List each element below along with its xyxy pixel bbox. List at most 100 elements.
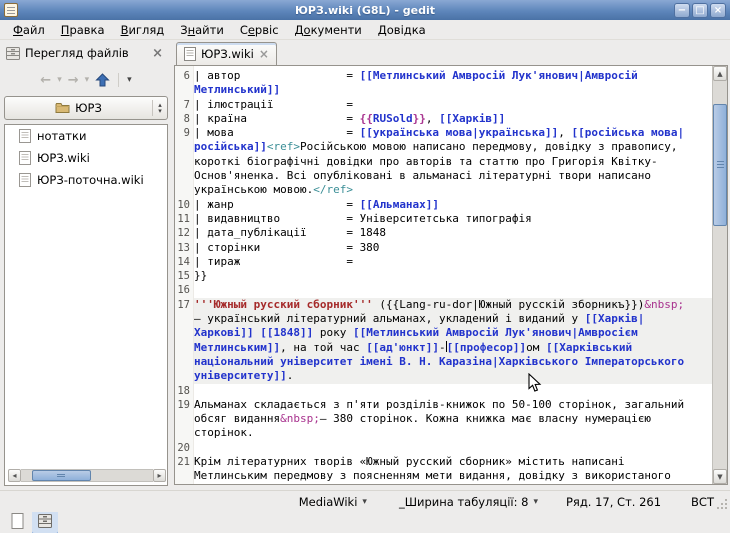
code-line: українською мовою.</ref> — [175, 183, 712, 197]
hscroll-thumb[interactable] — [32, 470, 91, 481]
tab-width-selector[interactable]: _Ширина табуляції: 8 ▾ — [395, 495, 542, 509]
window-title: ЮРЗ.wiki (G8L) - gedit — [0, 4, 730, 17]
toolbar-separator — [118, 73, 119, 87]
line-number: 21 — [175, 455, 194, 469]
line-text — [194, 384, 712, 398]
line-number — [175, 469, 194, 483]
vertical-scrollbar[interactable]: ▲ ▼ — [712, 66, 727, 484]
line-number — [175, 412, 194, 426]
forward-icon[interactable]: → — [68, 73, 79, 88]
code-line: 11| видавництво = Університетська типогр… — [175, 212, 712, 226]
line-text: Метлинський]] — [194, 83, 712, 97]
text-view[interactable]: 6| автор = [[Метлинський Амвросій Лук'ян… — [175, 66, 712, 484]
tab-width-label: _Ширина табуляції: 8 — [399, 495, 529, 509]
file-browser-icon — [6, 47, 20, 60]
close-button[interactable]: × — [710, 3, 726, 18]
menu-view[interactable]: Вигляд — [114, 21, 172, 39]
tab-bar: ЮРЗ.wiki × — [174, 42, 728, 65]
line-number: 9 — [175, 126, 194, 140]
line-number: 11 — [175, 212, 194, 226]
line-text: Харкові]] [[1848]] року [[Метлинський Ам… — [194, 326, 712, 340]
file-browser-panel-tab[interactable] — [32, 509, 58, 533]
line-text: — український літературний альманах, укл… — [194, 312, 712, 326]
line-number: 18 — [175, 384, 194, 398]
maximize-button[interactable]: □ — [692, 3, 708, 18]
line-number — [175, 140, 194, 154]
input-mode: ВСТ — [691, 495, 714, 509]
file-name: ЮРЗ.wiki — [37, 151, 90, 165]
line-text: | жанр = [[Альманах]] — [194, 198, 712, 212]
titlebar[interactable]: ЮРЗ.wiki (G8L) - gedit − □ × — [0, 0, 730, 20]
menu-help[interactable]: Довідка — [371, 21, 433, 39]
code-line: 13| сторінки = 380 — [175, 241, 712, 255]
code-line: Метлинський]] — [175, 83, 712, 97]
code-line: 7| ілюстрації = — [175, 98, 712, 112]
code-line: університету]]. — [175, 369, 712, 383]
line-text: | автор = [[Метлинський Амвросій Лук'яно… — [194, 69, 712, 83]
up-directory-icon[interactable] — [95, 73, 110, 87]
code-line: Метлинським передмову з поясненням мети … — [175, 469, 712, 483]
menu-search[interactable]: Знайти — [173, 21, 231, 39]
forward-history-icon[interactable]: ▾ — [85, 75, 90, 85]
code-line: 6| автор = [[Метлинський Амвросій Лук'ян… — [175, 69, 712, 83]
code-line: 21Крім літературних творів «Южный русски… — [175, 455, 712, 469]
line-text: Метлинським]], на той час [[ад'юнкт]]-[[… — [194, 341, 712, 355]
back-icon[interactable]: ← — [40, 73, 51, 88]
code-line: 18 — [175, 384, 712, 398]
line-text: | мова = [[українська мова|українська]],… — [194, 126, 712, 140]
code-line: Харкові]] [[1848]] року [[Метлинський Ам… — [175, 326, 712, 340]
current-folder-label: ЮРЗ — [75, 101, 102, 115]
code-line: 20 — [175, 441, 712, 455]
line-number — [175, 169, 194, 183]
menu-edit[interactable]: Правка — [54, 21, 112, 39]
code-line: — український літературний альманах, укл… — [175, 312, 712, 326]
folder-icon — [55, 102, 70, 114]
file-browser-tab-icon — [38, 514, 52, 528]
tab-width-dropdown-icon: ▾ — [533, 497, 538, 507]
scroll-up-icon[interactable]: ▲ — [713, 66, 727, 81]
code-line: 14| тираж = — [175, 255, 712, 269]
line-text: | ілюстрації = — [194, 98, 712, 112]
line-text: національний університет імені В. Н. Кар… — [194, 355, 712, 369]
file-list: ◂ ▸ нотатки ЮРЗ.wiki ЮРЗ-поточна.wiki — [4, 124, 168, 486]
line-text: | видавництво = Університетська типограф… — [194, 212, 712, 226]
code-line: російська]]<ref>Російською мовою написан… — [175, 140, 712, 154]
menu-documents[interactable]: Документи — [288, 21, 369, 39]
gedit-window: ЮРЗ.wiki (G8L) - gedit − □ × ФайлПравкаВ… — [0, 0, 730, 512]
line-number: 15 — [175, 269, 194, 283]
code-line: короткі біографічні довідки про авторів … — [175, 155, 712, 169]
code-line: сторінок. — [175, 426, 712, 440]
menu-file[interactable]: Файл — [6, 21, 52, 39]
line-text: Метлинським передмову з поясненням мети … — [194, 469, 712, 483]
file-item[interactable]: ЮРЗ.wiki — [5, 147, 167, 169]
vscroll-thumb[interactable] — [713, 104, 727, 226]
panel-menu-icon[interactable]: ▾ — [127, 75, 132, 85]
line-number: 17 — [175, 298, 194, 312]
current-folder-dropdown[interactable]: ЮРЗ ▴ ▾ — [4, 96, 168, 120]
code-line: 19Альманах складається з п'яти розділів-… — [175, 398, 712, 412]
code-line: Метлинським]], на той час [[ад'юнкт]]-[[… — [175, 341, 712, 355]
document-icon — [11, 513, 24, 529]
documents-panel-tab[interactable] — [4, 509, 30, 533]
folder-spinner[interactable]: ▴ ▾ — [152, 100, 167, 116]
code-line: 9| мова = [[українська мова|українська]]… — [175, 126, 712, 140]
minimize-button[interactable]: − — [674, 3, 690, 18]
file-item[interactable]: ЮРЗ-поточна.wiki — [5, 169, 167, 191]
file-item[interactable]: нотатки — [5, 125, 167, 147]
side-panel-close-icon[interactable]: × — [149, 46, 166, 61]
line-number: 7 — [175, 98, 194, 112]
scroll-down-icon[interactable]: ▼ — [713, 469, 727, 484]
resize-grip[interactable] — [716, 498, 728, 510]
scroll-left-icon[interactable]: ◂ — [8, 469, 21, 482]
menu-tools[interactable]: Сервіс — [233, 21, 286, 39]
line-number — [175, 312, 194, 326]
language-selector[interactable]: MediaWiki ▾ — [295, 495, 371, 509]
tab-close-icon[interactable]: × — [259, 47, 269, 61]
tab-yurz-wiki[interactable]: ЮРЗ.wiki × — [176, 42, 277, 65]
code-line: 16 — [175, 283, 712, 297]
back-history-icon[interactable]: ▾ — [57, 75, 62, 85]
scroll-right-icon[interactable]: ▸ — [153, 469, 166, 482]
line-text: | тираж = — [194, 255, 712, 269]
spinner-down-icon: ▾ — [158, 108, 162, 114]
file-list-hscrollbar[interactable]: ◂ ▸ — [8, 469, 166, 482]
